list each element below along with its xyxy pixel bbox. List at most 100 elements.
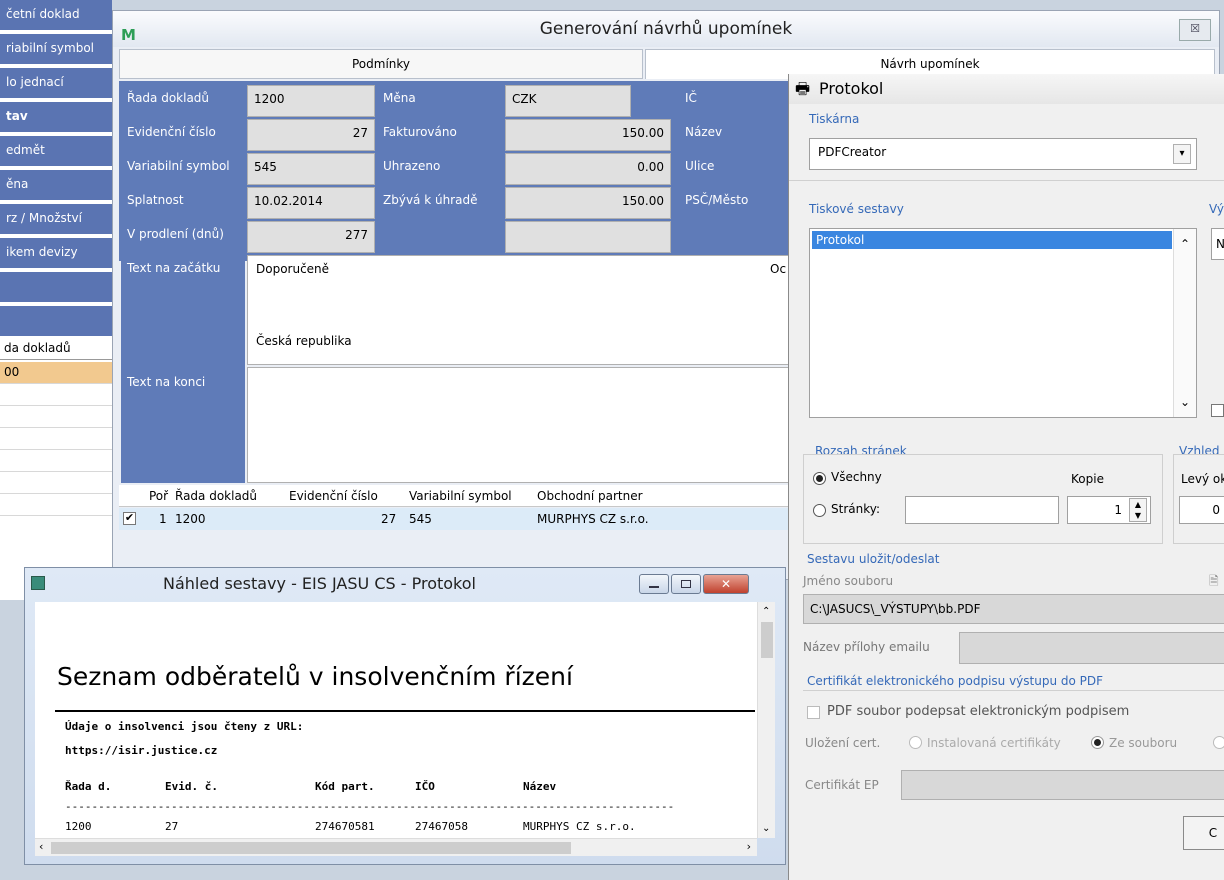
report-title: Seznam odběratelů v insolvenčním řízení	[57, 662, 573, 691]
left-item[interactable]: rz / Množství	[0, 204, 112, 236]
field-rada[interactable]: 1200	[247, 85, 375, 117]
scroll-thumb[interactable]	[761, 622, 773, 658]
chevron-down-icon[interactable]: ▾	[1173, 144, 1191, 164]
close-icon[interactable]: ✕	[703, 574, 749, 594]
radio-other[interactable]	[1213, 736, 1224, 749]
field-var[interactable]: 545	[247, 153, 375, 185]
sign-checkbox[interactable]	[807, 706, 820, 719]
label-psc: PSČ/Město	[679, 187, 791, 221]
left-item[interactable]: ěna	[0, 170, 112, 202]
copies-stepper[interactable]: ▲ ▼	[1129, 498, 1147, 522]
chevron-right-icon[interactable]: ›	[747, 840, 751, 853]
left-item[interactable]: riabilní symbol	[0, 34, 112, 66]
left-margin-input[interactable]: 0	[1179, 496, 1224, 524]
left-item[interactable]: lo jednací	[0, 68, 112, 100]
sign-label: PDF soubor podepsat elektronickým podpis…	[827, 704, 1130, 719]
vertical-scrollbar[interactable]: ⌃ ⌄	[757, 602, 775, 838]
cert-store-label: Uložení cert.	[805, 736, 881, 750]
folder-icon[interactable]: 🗎	[1209, 572, 1224, 590]
preview-window: Náhled sestavy - EIS JASU CS - Protokol …	[24, 567, 786, 865]
horizontal-scrollbar[interactable]: ‹ ›	[35, 838, 757, 856]
field-zbyva[interactable]: 150.00	[505, 187, 671, 219]
row-cell: 274670581	[315, 820, 375, 833]
left-item[interactable]: tav	[0, 102, 112, 134]
label-ulice: Ulice	[679, 153, 791, 187]
scroll-thumb[interactable]	[51, 842, 571, 854]
radio-installed[interactable]	[909, 736, 922, 749]
maximize-icon[interactable]	[671, 574, 701, 594]
printer-select[interactable]: PDFCreator	[809, 138, 1197, 170]
field-mena[interactable]: CZK	[505, 85, 631, 117]
col-rada: Řada dokladů	[175, 489, 258, 503]
radio-all-pages[interactable]	[813, 472, 826, 485]
row-cell: MURPHYS CZ s.r.o.	[523, 820, 636, 833]
print-set-item[interactable]: Protokol	[812, 231, 1172, 249]
field-splatnost[interactable]: 10.02.2014	[247, 187, 375, 219]
info-line: Údaje o insolvenci jsou čteny z URL:	[65, 720, 304, 733]
info-line: https://isir.justice.cz	[65, 744, 218, 757]
left-grid-header: da dokladů	[0, 338, 112, 360]
list-scrollbar[interactable]: ⌃ ⌄	[1173, 229, 1196, 417]
col-evid: Evidenční číslo	[289, 489, 378, 503]
radio-pages[interactable]	[813, 504, 826, 517]
field-uhrazeno[interactable]: 0.00	[505, 153, 671, 185]
label-text-end: Text na konci	[127, 375, 206, 389]
field-empty	[505, 221, 671, 253]
col-var: Variabilní symbol	[409, 489, 512, 503]
side-field[interactable]: N	[1211, 228, 1224, 260]
attach-label: Název přílohy emailu	[803, 640, 930, 654]
preview-content: Seznam odběratelů v insolvenčním řízení …	[35, 602, 757, 838]
left-grid-row[interactable]: 00	[0, 362, 112, 384]
radio-from-file[interactable]	[1091, 736, 1104, 749]
pages-input[interactable]	[905, 496, 1059, 524]
left-grid-row	[0, 472, 112, 494]
text-start-area[interactable]: Doporučeně Česká republika Oc	[247, 255, 795, 365]
left-grid-row	[0, 428, 112, 450]
dash-line: ----------------------------------------…	[65, 800, 675, 813]
close-icon[interactable]: ☒	[1179, 19, 1211, 41]
row-partner: MURPHYS CZ s.r.o.	[537, 512, 649, 526]
left-grid-row	[0, 384, 112, 406]
label-evid: Evidenční číslo	[121, 119, 245, 153]
left-item-empty	[0, 306, 112, 338]
side-checkbox[interactable]	[1211, 404, 1224, 417]
chevron-left-icon[interactable]: ‹	[39, 840, 43, 853]
ok-button[interactable]: C	[1183, 816, 1224, 850]
report-rule	[55, 710, 755, 712]
field-evid[interactable]: 27	[247, 119, 375, 151]
attach-field[interactable]	[959, 632, 1224, 664]
filename-field[interactable]: C:\JASUCS\_VÝSTUPY\bb.PDF	[803, 594, 1224, 624]
chevron-up-icon[interactable]: ⌃	[762, 606, 770, 617]
chevron-down-icon[interactable]: ⌄	[762, 823, 770, 834]
left-grid-row	[0, 450, 112, 472]
label-ic: IČ	[679, 85, 791, 119]
label-text-start: Text na začátku	[127, 261, 221, 275]
left-item[interactable]: edmět	[0, 136, 112, 168]
tab-podminky[interactable]: Podmínky	[119, 49, 643, 79]
left-margin-label: Levý ok	[1181, 472, 1224, 486]
print-sets-list[interactable]: Protokol ⌃ ⌄	[809, 228, 1197, 418]
chevron-up-icon[interactable]: ⌃	[1174, 237, 1196, 251]
row-checkbox[interactable]: ✔	[123, 512, 136, 525]
col-header: IČO	[415, 780, 435, 793]
protocol-dialog: 🖶 Protokol Tiskárna PDFCreator ▾ Tiskové…	[788, 74, 1224, 880]
pages-label: Stránky:	[831, 502, 881, 516]
main-title: Generování návrhů upomínek	[539, 19, 793, 39]
field-prodleni[interactable]: 277	[247, 221, 375, 253]
left-item[interactable]: ikem devizy	[0, 238, 112, 270]
minimize-icon[interactable]	[639, 574, 669, 594]
cert-ep-field[interactable]	[901, 770, 1224, 800]
col-partner: Obchodní partner	[537, 489, 643, 503]
label-zbyva: Zbývá k úhradě	[377, 187, 503, 221]
table-header: Poř Řada dokladů Evidenční číslo Variabi…	[119, 485, 795, 507]
from-file-label: Ze souboru	[1109, 736, 1178, 750]
chevron-down-icon[interactable]: ⌄	[1174, 395, 1196, 409]
left-item[interactable]: četní doklad	[0, 0, 112, 32]
row-por: 1	[159, 512, 167, 526]
cert-ep-label: Certifikát EP	[805, 778, 879, 792]
field-fakturovano[interactable]: 150.00	[505, 119, 671, 151]
col-header: Název	[523, 780, 557, 793]
protocol-title-bar: 🖶 Protokol	[789, 74, 1224, 104]
table-row[interactable]: ✔ 1 1200 27 545 MURPHYS CZ s.r.o.	[119, 508, 795, 530]
text-end-area[interactable]	[247, 367, 795, 483]
